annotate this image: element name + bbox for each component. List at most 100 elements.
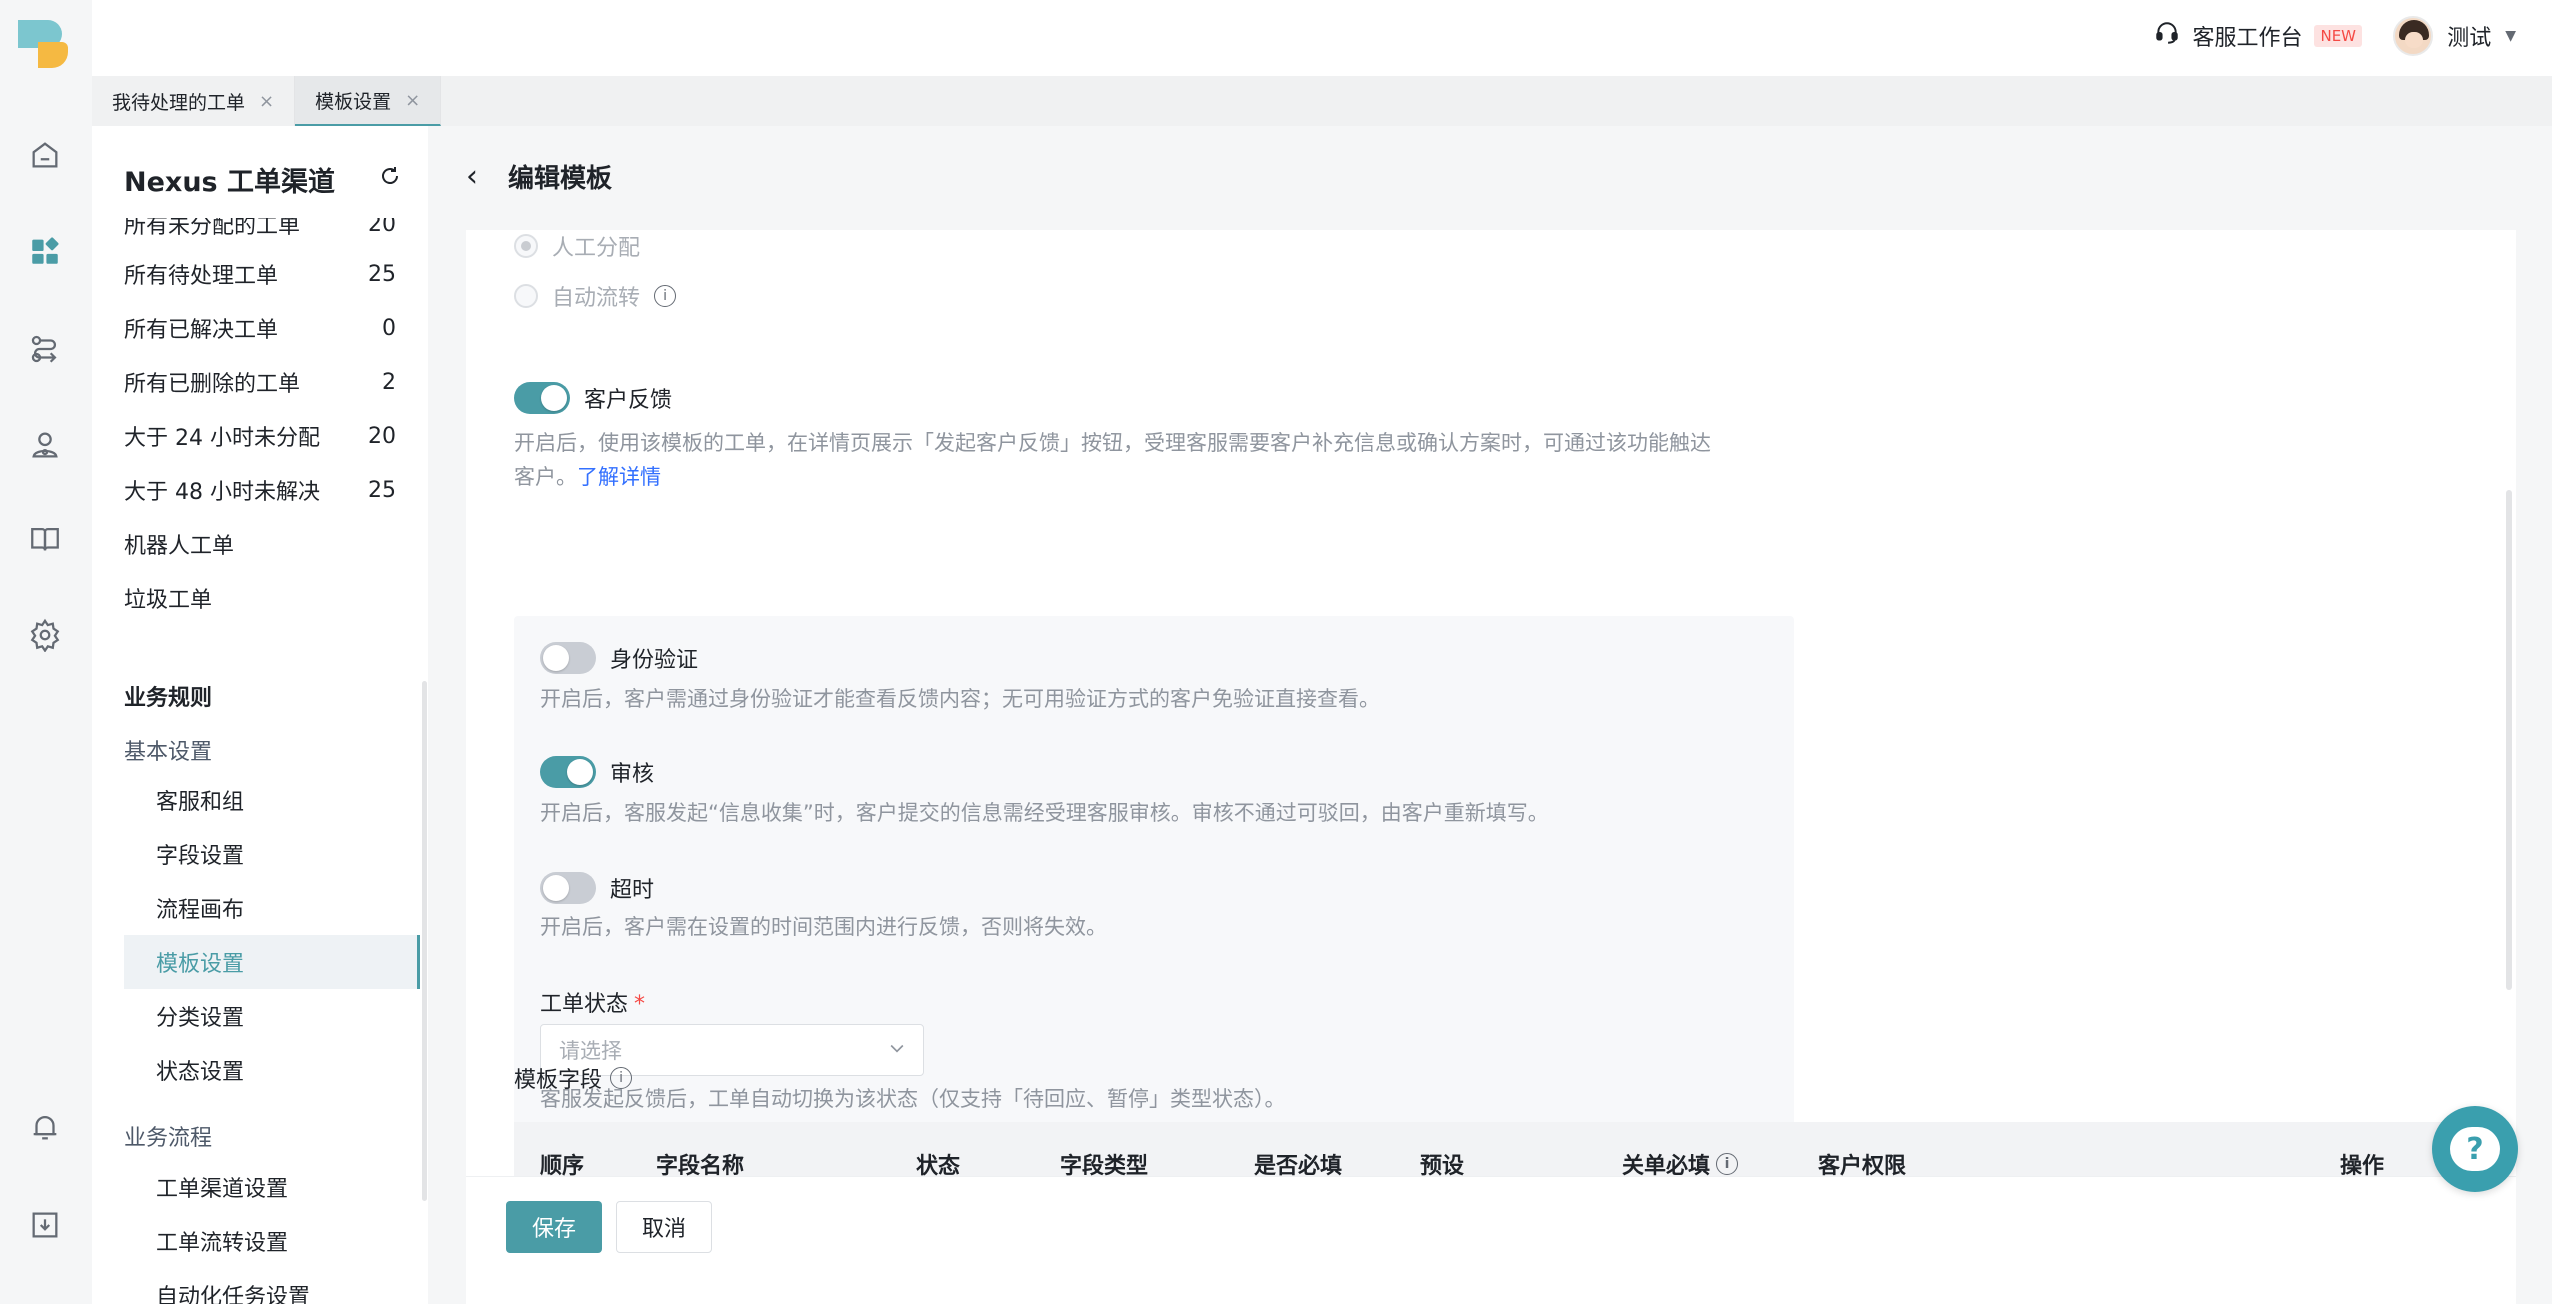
review-switch[interactable] xyxy=(540,756,596,788)
tab-template-settings[interactable]: 模板设置 × xyxy=(295,76,442,126)
main-area: ‹ 编辑模板 人工分配 自动流转 i 客户反馈 开启后，使用该模板的工单，在详情… xyxy=(428,126,2552,1304)
tab-my-tickets[interactable]: 我待处理的工单 × xyxy=(92,76,296,126)
identity-description: 开启后，客户需通过身份验证才能查看反馈内容；无可用验证方式的客户免验证直接查看。 xyxy=(540,687,1380,711)
sidebar-item-statuses[interactable]: 状态设置 xyxy=(124,1043,420,1097)
identity-label: 身份验证 xyxy=(610,648,699,673)
col-close-required: 关单必填 i xyxy=(1622,1148,1739,1176)
tab-label: 我待处理的工单 xyxy=(112,91,246,114)
item-label: 自动化任务设置 xyxy=(156,1285,311,1304)
sidebar-item-agents-groups[interactable]: 客服和组 xyxy=(124,773,420,827)
close-icon[interactable]: × xyxy=(405,90,420,111)
download-icon[interactable] xyxy=(26,1206,64,1244)
cancel-button[interactable]: 取消 xyxy=(616,1201,712,1253)
sidebar-item-24h-unassigned[interactable]: 大于 24 小时未分配 20 xyxy=(124,416,396,456)
item-label: 工单渠道设置 xyxy=(156,1177,289,1202)
sidebar-title: Nexus 工单渠道 xyxy=(124,167,336,198)
settings-icon[interactable] xyxy=(26,616,64,654)
user-icon[interactable] xyxy=(26,426,64,464)
radio-button[interactable] xyxy=(514,284,538,308)
item-label: 模板设置 xyxy=(156,952,245,977)
sidebar-item-48h-unsolved[interactable]: 大于 48 小时未解决 25 xyxy=(124,470,396,510)
sidebar-item-bot[interactable]: 机器人工单 xyxy=(124,524,396,564)
back-icon[interactable]: ‹ xyxy=(466,159,478,194)
template-fields-title: 模板字段 i xyxy=(514,1062,633,1094)
headset-icon xyxy=(2154,20,2180,52)
user-name: 测试 xyxy=(2447,26,2492,51)
sidebar-item-template-settings[interactable]: 模板设置 xyxy=(124,935,420,989)
info-icon[interactable]: i xyxy=(610,1067,633,1089)
sidebar-scrollbar[interactable] xyxy=(422,681,427,1201)
timeout-switch[interactable] xyxy=(540,872,596,904)
sidebar-item-pending[interactable]: 所有待处理工单 25 xyxy=(124,254,396,294)
review-toggle-row: 审核 xyxy=(540,756,654,788)
required-mark: * xyxy=(634,992,646,1017)
col-customer-permission: 客户权限 xyxy=(1818,1154,1907,1176)
item-label: 所有待处理工单 xyxy=(124,264,279,289)
bell-icon[interactable] xyxy=(26,1108,64,1146)
learn-more-link[interactable]: 了解详情 xyxy=(577,465,661,489)
sidebar-scroll[interactable]: 所有未分配的工单 20 所有待处理工单 25 所有已解决工单 0 所有已删除的工单 2 … xyxy=(92,218,428,1304)
sidebar-item-flow-canvas[interactable]: 流程画布 xyxy=(124,881,420,935)
feedback-toggle-row: 客户反馈 xyxy=(514,382,672,414)
edit-template-card: 人工分配 自动流转 i 客户反馈 开启后，使用该模板的工单，在详情页展示「发起客… xyxy=(466,230,2516,1304)
user-menu[interactable]: 测试 ▼ xyxy=(2393,16,2516,56)
sidebar-item-channel-settings[interactable]: 工单渠道设置 xyxy=(124,1160,420,1214)
item-label: 所有已删除的工单 xyxy=(124,372,301,397)
radio-button[interactable] xyxy=(514,234,538,258)
col-preset: 预设 xyxy=(1420,1154,1465,1176)
sidebar-heading-rules: 业务规则 xyxy=(124,686,213,711)
sidebar: Nexus 工单渠道 所有未分配的工单 20 所有待处理工单 25 所有已解决工单 0… xyxy=(92,126,428,1304)
tab-bar: 我待处理的工单 × 模板设置 × xyxy=(92,76,2552,126)
review-description: 开启后，客服发起“信息收集”时，客户提交的信息需经受理客服审核。审核不通过可驳回… xyxy=(540,801,1549,825)
review-label: 审核 xyxy=(610,762,655,787)
item-label: 分类设置 xyxy=(156,1006,245,1031)
identity-toggle-row: 身份验证 xyxy=(540,642,698,674)
form-footer: 保存 取消 xyxy=(466,1176,2516,1304)
home-icon[interactable] xyxy=(26,136,64,174)
form-content[interactable]: 人工分配 自动流转 i 客户反馈 开启后，使用该模板的工单，在详情页展示「发起客… xyxy=(466,230,2516,1176)
sidebar-item-automation-settings[interactable]: 自动化任务设置 xyxy=(124,1268,420,1304)
feedback-switch[interactable] xyxy=(514,382,570,414)
radio-auto-route[interactable]: 自动流转 i xyxy=(514,280,677,312)
save-button[interactable]: 保存 xyxy=(506,1201,602,1253)
sidebar-item-routing-settings[interactable]: 工单流转设置 xyxy=(124,1214,420,1268)
sidebar-item-solved[interactable]: 所有已解决工单 0 xyxy=(124,308,396,348)
radio-manual-assign[interactable]: 人工分配 xyxy=(514,230,640,262)
workspace-switch[interactable]: 客服工作台 NEW xyxy=(2154,20,2362,52)
sidebar-heading-basic[interactable]: 基本设置 xyxy=(124,734,212,766)
item-label: 流程画布 xyxy=(156,898,245,923)
sidebar-item-fields[interactable]: 字段设置 xyxy=(124,827,420,881)
content-scrollbar[interactable] xyxy=(2506,490,2512,990)
feedback-label: 客户反馈 xyxy=(584,388,673,413)
fields-table-header: 顺序 字段名称 状态 字段类型 是否必填 预设 关单必填 i 客户权限 操作 xyxy=(514,1122,2476,1176)
info-icon[interactable]: i xyxy=(654,285,677,307)
close-icon[interactable]: × xyxy=(259,91,274,112)
item-count: 20 xyxy=(368,423,396,449)
identity-switch[interactable] xyxy=(540,642,596,674)
help-button[interactable]: ? xyxy=(2432,1106,2518,1192)
item-label: 工单流转设置 xyxy=(156,1231,289,1256)
col-required: 是否必填 xyxy=(1254,1154,1343,1176)
sidebar-heading-flow[interactable]: 业务流程 xyxy=(124,1120,212,1152)
item-count: 0 xyxy=(382,315,396,341)
route-icon[interactable] xyxy=(26,330,64,368)
item-count: 25 xyxy=(368,261,396,287)
sidebar-item-deleted[interactable]: 所有已删除的工单 2 xyxy=(124,362,396,402)
sidebar-item-spam[interactable]: 垃圾工单 xyxy=(124,578,396,618)
brand-logo xyxy=(16,18,70,70)
item-label: 机器人工单 xyxy=(124,534,235,559)
app-root: 客服工作台 NEW 测试 ▼ 我待处理的工单 × 模板设置 × Nexus 工单… xyxy=(0,0,2552,1304)
item-count: 20 xyxy=(368,218,396,237)
col-order: 顺序 xyxy=(540,1154,585,1176)
book-icon[interactable] xyxy=(26,520,64,558)
feedback-desc-line1: 开启后，使用该模板的工单，在详情页展示「发起客户反馈」按钮，受理客服需要客户补充… xyxy=(514,431,1711,455)
feedback-desc-line2: 客户。 xyxy=(514,465,577,489)
info-icon[interactable]: i xyxy=(1716,1153,1739,1175)
feedback-description: 开启后，使用该模板的工单，在详情页展示「发起客户反馈」按钮，受理客服需要客户补充… xyxy=(514,426,1814,494)
apps-icon[interactable] xyxy=(26,232,64,270)
sidebar-item-categories[interactable]: 分类设置 xyxy=(124,989,420,1043)
sidebar-item-unassigned[interactable]: 所有未分配的工单 20 xyxy=(124,218,396,244)
radio-label: 人工分配 xyxy=(552,236,641,261)
refresh-icon[interactable] xyxy=(378,164,402,194)
chevron-down-icon xyxy=(887,1038,907,1063)
